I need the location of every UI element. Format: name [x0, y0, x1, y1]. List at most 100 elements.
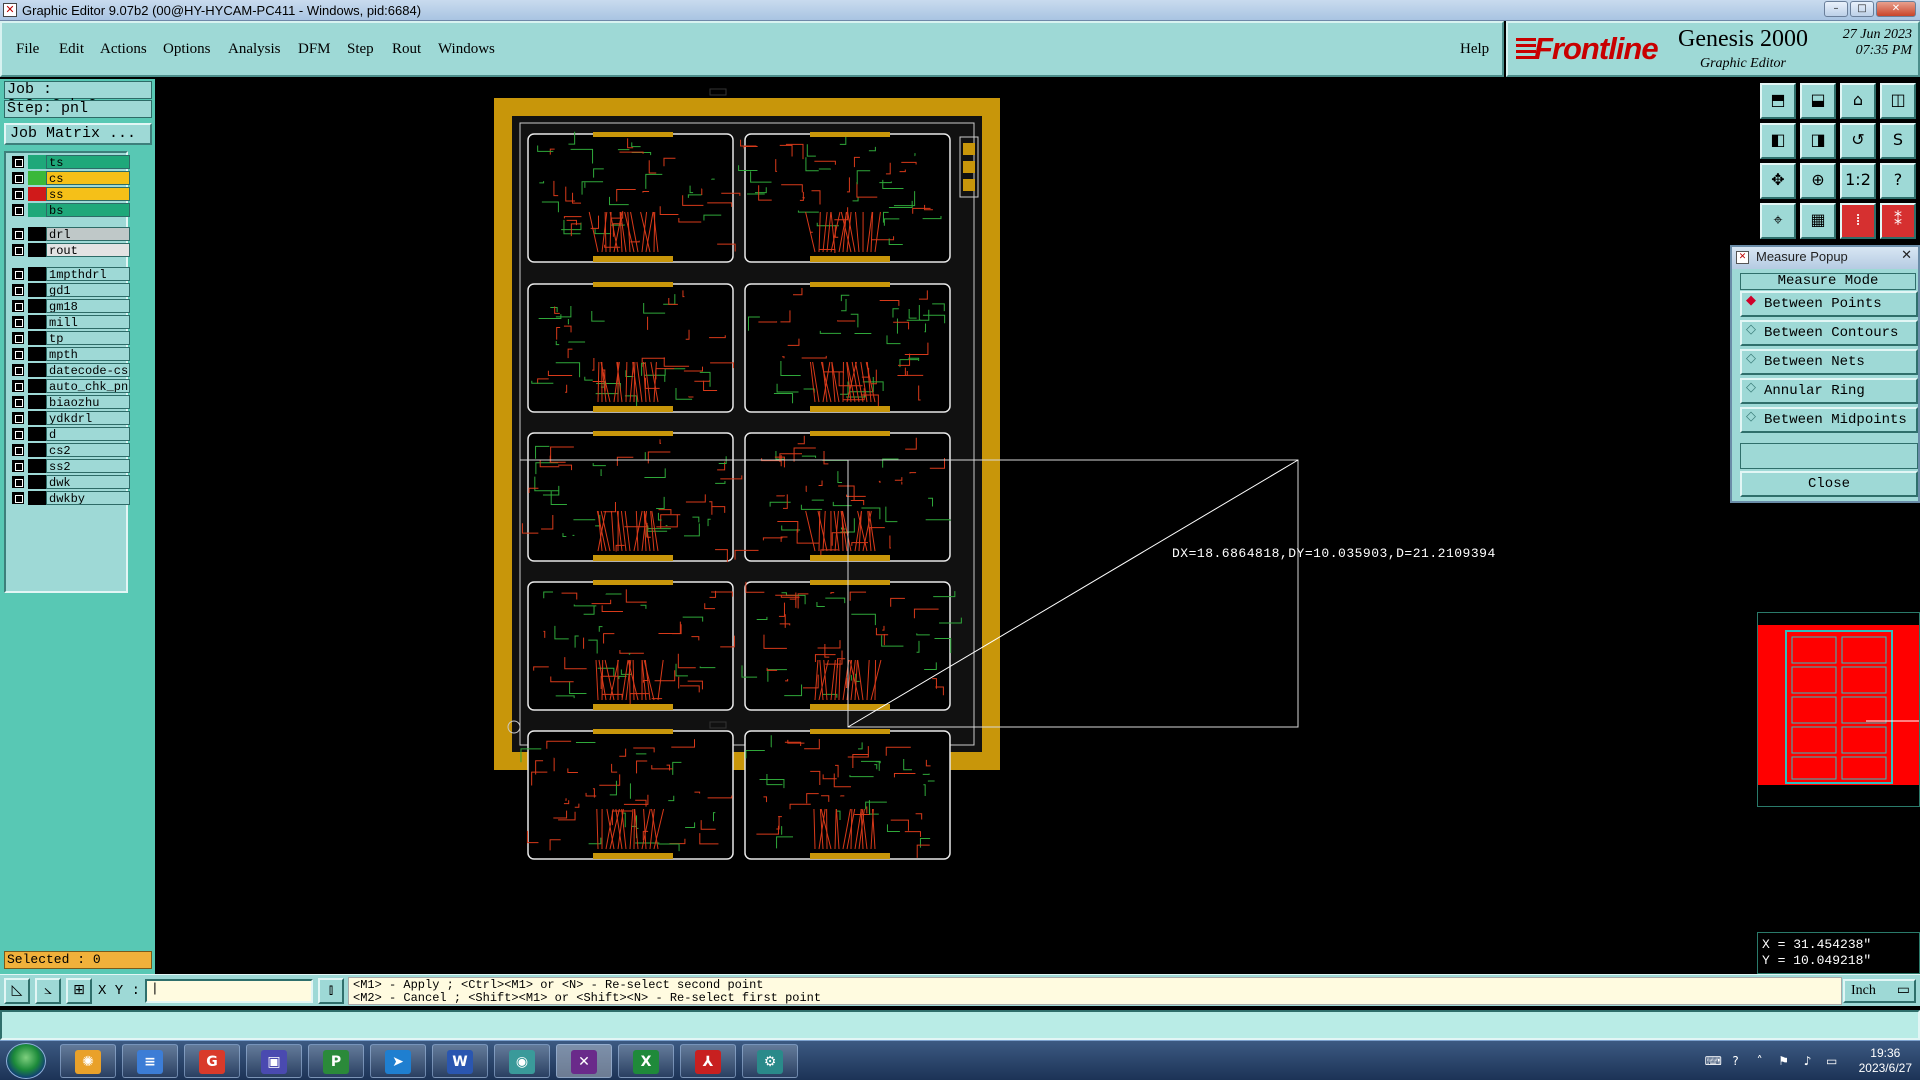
menu-actions[interactable]: Actions [100, 41, 147, 58]
layer-name[interactable]: d [46, 427, 130, 441]
menu-dfm[interactable]: DFM [298, 41, 331, 58]
menu-file[interactable]: File [16, 41, 39, 58]
home-icon[interactable]: ⌂ [1840, 83, 1876, 119]
taskbar-p-app[interactable]: P [308, 1044, 364, 1078]
layer-row[interactable]: d [8, 427, 130, 441]
layer-name[interactable]: mill [46, 315, 130, 329]
taskbar-notepad[interactable]: ≡ [122, 1044, 178, 1078]
angle-mode-icon[interactable]: ⦣ [35, 978, 61, 1004]
layer-row[interactable]: tp [8, 331, 130, 345]
menu-rout[interactable]: Rout [392, 41, 421, 58]
layer-row[interactable]: bs [8, 203, 130, 217]
taskbar-pdf[interactable]: ⅄ [680, 1044, 736, 1078]
help-tray-icon[interactable]: ? [1729, 1054, 1743, 1068]
taskbar-word[interactable]: W [432, 1044, 488, 1078]
tray-arrow-icon[interactable]: ˄ [1753, 1054, 1767, 1068]
mode-between-midpoints[interactable]: ◇ Between Midpoints [1740, 407, 1918, 433]
layer-name[interactable]: dwk [46, 475, 130, 489]
snap-icon[interactable]: S [1880, 123, 1916, 159]
layer-name[interactable]: ss2 [46, 459, 130, 473]
mode-between-nets[interactable]: ◇ Between Nets [1740, 349, 1918, 375]
layer-checkbox[interactable] [12, 364, 24, 376]
taskbar-excel[interactable]: X [618, 1044, 674, 1078]
flag-icon[interactable]: ⚑ [1777, 1054, 1791, 1068]
layer-checkbox[interactable] [12, 244, 24, 256]
layer-checkbox[interactable] [12, 396, 24, 408]
layer-row[interactable]: drl [8, 227, 130, 241]
layer-checkbox[interactable] [12, 492, 24, 504]
layer-name[interactable]: cs2 [46, 443, 130, 457]
layer-checkbox[interactable] [12, 428, 24, 440]
taskbar-eye-app[interactable]: ◉ [494, 1044, 550, 1078]
keyboard-icon[interactable]: ⌨ [1705, 1054, 1722, 1068]
layer-checkbox[interactable] [12, 460, 24, 472]
layer-row[interactable]: ts [8, 155, 130, 169]
layer-name[interactable]: datecode-cs [46, 363, 130, 377]
pan-right-icon[interactable]: ◨ [1800, 123, 1836, 159]
layer-name[interactable]: ss [46, 187, 130, 201]
measure-icon[interactable]: ⌖ [1760, 203, 1796, 239]
window-split-icon[interactable]: ◫ [1880, 83, 1916, 119]
taskbar-genesis[interactable]: ✕ [556, 1044, 612, 1078]
layer-checkbox[interactable] [12, 268, 24, 280]
layer-name[interactable]: drl [46, 227, 130, 241]
layer-checkbox[interactable] [12, 188, 24, 200]
start-button[interactable] [6, 1043, 46, 1079]
layer-row[interactable]: auto_chk_pnl [8, 379, 130, 393]
layer-name[interactable]: auto_chk_pnl [46, 379, 130, 393]
layer-row[interactable]: ss2 [8, 459, 130, 473]
unit-selector[interactable]: Inch ▭ [1843, 979, 1916, 1003]
popup-close-button[interactable]: Close [1740, 471, 1918, 497]
fit-icon[interactable]: ✥ [1760, 163, 1796, 199]
save-view-icon[interactable]: ⬓ [1800, 83, 1836, 119]
net-highlight-icon[interactable]: ⁞ [1840, 203, 1876, 239]
layer-name[interactable]: gd1 [46, 283, 130, 297]
taskbar-shell-app[interactable]: ✺ [60, 1044, 116, 1078]
overview-window[interactable] [1757, 612, 1920, 807]
minimize-button[interactable]: – [1824, 1, 1848, 17]
help-icon[interactable]: ? [1880, 163, 1916, 199]
layer-checkbox[interactable] [12, 228, 24, 240]
layer-checkbox[interactable] [12, 316, 24, 328]
layer-row[interactable]: gm18 [8, 299, 130, 313]
layer-row[interactable]: mpth [8, 347, 130, 361]
taskbar-clock[interactable]: 19:36 2023/6/27 [1859, 1046, 1912, 1076]
undo-zoom-icon[interactable]: ↺ [1840, 123, 1876, 159]
layer-row[interactable]: mill [8, 315, 130, 329]
layer-checkbox[interactable] [12, 348, 24, 360]
layer-name[interactable]: mpth [46, 347, 130, 361]
graphic-canvas[interactable]: DX=18.6864818,DY=10.035903,D=21.2109394 [155, 79, 1755, 974]
zoom-home-icon[interactable]: ⬒ [1760, 83, 1796, 119]
layer-checkbox[interactable] [12, 172, 24, 184]
menu-step[interactable]: Step [347, 41, 374, 58]
close-window-button[interactable]: ✕ [1876, 1, 1916, 17]
volume-icon[interactable]: ♪ [1801, 1054, 1815, 1068]
layer-row[interactable]: 1mpthdrl [8, 267, 130, 281]
layer-checkbox[interactable] [12, 156, 24, 168]
layer-name[interactable]: bs [46, 203, 130, 217]
layer-checkbox[interactable] [12, 380, 24, 392]
layer-row[interactable]: cs2 [8, 443, 130, 457]
taskbar-save-app[interactable]: ▣ [246, 1044, 302, 1078]
layer-row[interactable]: gd1 [8, 283, 130, 297]
component-icon[interactable]: ⁑ [1880, 203, 1916, 239]
pan-left-icon[interactable]: ◧ [1760, 123, 1796, 159]
menu-analysis[interactable]: Analysis [228, 41, 281, 58]
layer-row[interactable]: rout [8, 243, 130, 257]
menu-windows[interactable]: Windows [438, 41, 495, 58]
mode-annular-ring[interactable]: ◇ Annular Ring [1740, 378, 1918, 404]
layer-name[interactable]: biaozhu [46, 395, 130, 409]
layer-checkbox[interactable] [12, 412, 24, 424]
network-icon[interactable]: ▭ [1825, 1054, 1839, 1068]
layer-name[interactable]: 1mpthdrl [46, 267, 130, 281]
layer-name[interactable]: tp [46, 331, 130, 345]
layer-row[interactable]: ss [8, 187, 130, 201]
layer-row[interactable]: ydkdrl [8, 411, 130, 425]
layer-checkbox[interactable] [12, 204, 24, 216]
popup-close-icon[interactable]: ✕ [1901, 248, 1912, 263]
maximize-button[interactable]: □ [1850, 1, 1874, 17]
layer-name[interactable]: rout [46, 243, 130, 257]
layer-row[interactable]: dwk [8, 475, 130, 489]
scale-1-2-icon[interactable]: 1:2 [1840, 163, 1876, 199]
menu-edit[interactable]: Edit [59, 41, 84, 58]
